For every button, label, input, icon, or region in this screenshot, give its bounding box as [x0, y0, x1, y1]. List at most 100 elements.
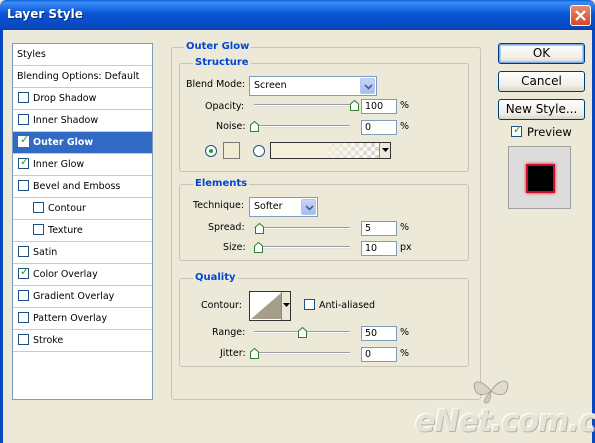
styles-list-item[interactable]: ✓ Inner Glow — [13, 154, 152, 176]
styles-list-checkbox[interactable] — [18, 92, 29, 103]
anti-aliased-checkbox[interactable] — [304, 299, 315, 310]
technique-dropdown-button[interactable] — [301, 199, 316, 215]
preview-swatch — [526, 164, 555, 193]
noise-unit: % — [400, 121, 410, 132]
styles-list-item-label: Styles — [17, 49, 46, 60]
size-input[interactable]: 10 — [361, 241, 397, 256]
styles-list-checkbox[interactable]: ✓ — [18, 265, 30, 279]
jitter-slider-track[interactable] — [254, 352, 350, 355]
styles-list-item[interactable]: Gradient Overlay — [13, 286, 152, 308]
styles-list-item[interactable]: Drop Shadow — [13, 88, 152, 110]
preview-label: Preview — [527, 125, 572, 139]
gradient-picker[interactable] — [270, 142, 391, 159]
contour-picker[interactable] — [249, 291, 291, 321]
styles-list-item-label: Bevel and Emboss — [33, 181, 121, 192]
styles-list-checkbox[interactable] — [18, 290, 29, 301]
styles-list-item[interactable]: ✓ Outer Glow — [13, 132, 152, 154]
opacity-label: Opacity: — [205, 101, 245, 112]
jitter-slider-thumb[interactable] — [250, 348, 259, 359]
window-title: Layer Style — [7, 7, 83, 21]
title-bar[interactable]: Layer Style — [0, 0, 595, 30]
contour-dropdown-button[interactable] — [281, 292, 290, 320]
cancel-button[interactable]: Cancel — [498, 71, 585, 92]
styles-list-item[interactable]: Inner Shadow — [13, 110, 152, 132]
styles-list-item-label: Drop Shadow — [33, 93, 97, 104]
technique-select[interactable]: Softer — [249, 197, 318, 217]
range-unit: % — [400, 327, 410, 338]
new-style-button[interactable]: New Style... — [498, 99, 585, 120]
radio-selected-dot — [209, 149, 213, 153]
styles-list-item[interactable]: Stroke — [13, 330, 152, 352]
glow-color-swatch[interactable] — [223, 142, 240, 159]
ok-button[interactable]: OK — [498, 43, 585, 64]
check-icon: ✓ — [20, 265, 30, 278]
gradient-radio[interactable] — [253, 145, 265, 157]
styles-list-item[interactable]: Satin — [13, 242, 152, 264]
opacity-slider-thumb[interactable] — [350, 100, 359, 111]
styles-list-item-label: Contour — [48, 203, 86, 214]
styles-list-checkbox[interactable] — [18, 246, 29, 257]
styles-list-checkbox[interactable]: ✓ — [18, 133, 30, 147]
styles-list-item[interactable]: Bevel and Emboss — [13, 176, 152, 198]
styles-list-item[interactable]: Pattern Overlay — [13, 308, 152, 330]
close-button[interactable] — [570, 5, 591, 26]
noise-input[interactable]: 0 — [361, 120, 397, 135]
anti-aliased-label: Anti-aliased — [319, 300, 376, 311]
jitter-label: Jitter: — [220, 348, 246, 359]
styles-list[interactable]: Styles Blending Options: Default Drop Shad… — [12, 43, 153, 400]
blend-mode-select[interactable]: Screen — [249, 76, 377, 96]
blend-mode-dropdown-button[interactable] — [360, 78, 375, 94]
spread-slider-thumb[interactable] — [254, 223, 264, 234]
size-slider-track[interactable] — [254, 246, 350, 249]
styles-list-item-label: Satin — [33, 247, 58, 258]
styles-list-item-label: Stroke — [33, 335, 64, 346]
technique-label: Technique: — [193, 200, 245, 211]
spread-input[interactable]: 5 — [361, 221, 397, 236]
check-icon: ✓ — [20, 155, 30, 168]
outer-glow-title: Outer Glow — [184, 41, 252, 52]
chevron-down-icon — [283, 303, 290, 307]
styles-list-item[interactable]: ✓ Color Overlay — [13, 264, 152, 286]
styles-list-item-label: Inner Shadow — [33, 115, 99, 126]
check-icon: ✓ — [513, 123, 523, 136]
styles-list-checkbox[interactable] — [18, 180, 29, 191]
preview-checkbox[interactable]: ✓ — [511, 123, 523, 137]
solid-color-radio[interactable] — [205, 145, 217, 157]
opacity-input[interactable]: 100 — [361, 99, 397, 114]
styles-list-checkbox[interactable] — [33, 202, 44, 213]
styles-list-item[interactable]: Contour — [13, 198, 152, 220]
styles-list-item[interactable]: Styles — [13, 44, 152, 66]
spread-unit: % — [400, 222, 410, 233]
range-slider-thumb[interactable] — [298, 327, 307, 338]
styles-list-checkbox[interactable]: ✓ — [18, 155, 30, 169]
styles-list-checkbox[interactable] — [18, 114, 29, 125]
styles-list-item-label: Inner Glow — [33, 159, 85, 170]
styles-list-checkbox[interactable] — [18, 312, 29, 323]
styles-list-item-label: Outer Glow — [33, 137, 94, 148]
contour-curve-icon — [251, 293, 281, 319]
size-unit: px — [400, 242, 412, 253]
opacity-slider-track[interactable] — [254, 104, 354, 107]
range-input[interactable]: 50 — [361, 326, 397, 341]
check-icon: ✓ — [20, 133, 30, 146]
watermark-text: eNet.com.cn — [415, 404, 595, 439]
noise-slider-thumb[interactable] — [250, 121, 259, 132]
styles-list-checkbox[interactable] — [33, 224, 44, 235]
styles-list-item-label: Blending Options: Default — [17, 71, 140, 82]
chevron-down-icon — [364, 84, 373, 90]
size-slider-thumb[interactable] — [253, 242, 263, 253]
styles-list-item-label: Texture — [48, 225, 83, 236]
butterfly-icon — [473, 380, 509, 404]
chevron-down-icon — [305, 205, 314, 211]
blend-mode-value: Screen — [254, 80, 287, 91]
range-label: Range: — [212, 327, 246, 338]
chevron-down-icon — [382, 148, 389, 152]
styles-list-checkbox[interactable] — [18, 334, 29, 345]
watermark: eNet.com.cn — [405, 380, 595, 440]
noise-slider-track[interactable] — [254, 125, 350, 128]
jitter-input[interactable]: 0 — [361, 347, 397, 362]
styles-list-item[interactable]: Texture — [13, 220, 152, 242]
gradient-dropdown-button[interactable] — [379, 143, 390, 158]
styles-list-item[interactable]: Blending Options: Default — [13, 66, 152, 88]
spread-slider-track[interactable] — [254, 227, 350, 230]
